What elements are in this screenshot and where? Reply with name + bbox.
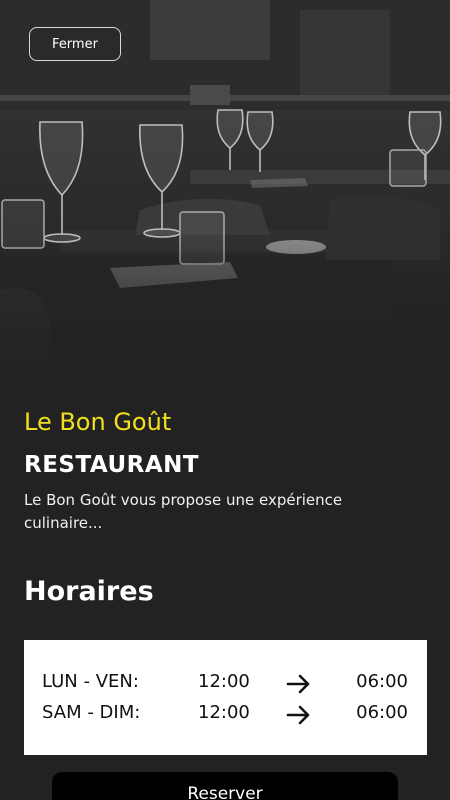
hours-card: LUN - VEN: 12:00 06:00 SAM - DIM: 12:00 … — [24, 640, 427, 755]
hours-row-weekdays: LUN - VEN: 12:00 06:00 — [24, 671, 427, 697]
closing-time: 06:00 — [356, 671, 408, 692]
opening-time: 12:00 — [198, 702, 250, 723]
hero-fade-overlay — [0, 240, 450, 390]
close-button[interactable]: Fermer — [29, 27, 121, 61]
hours-days-label: LUN - VEN: — [42, 671, 139, 692]
restaurant-description: Le Bon Goût vous propose une expérience … — [24, 491, 343, 532]
closing-time: 06:00 — [356, 702, 408, 723]
restaurant-type: RESTAURANT — [24, 452, 200, 478]
hours-days-label: SAM - DIM: — [42, 702, 141, 723]
arrow-right-icon — [286, 705, 310, 725]
hours-title: Horaires — [24, 576, 154, 607]
opening-time: 12:00 — [198, 671, 250, 692]
arrow-right-icon — [286, 674, 310, 694]
restaurant-name: Le Bon Goût — [24, 408, 172, 436]
reserve-button[interactable]: Reserver — [52, 772, 398, 800]
hours-row-weekend: SAM - DIM: 12:00 06:00 — [24, 702, 427, 728]
